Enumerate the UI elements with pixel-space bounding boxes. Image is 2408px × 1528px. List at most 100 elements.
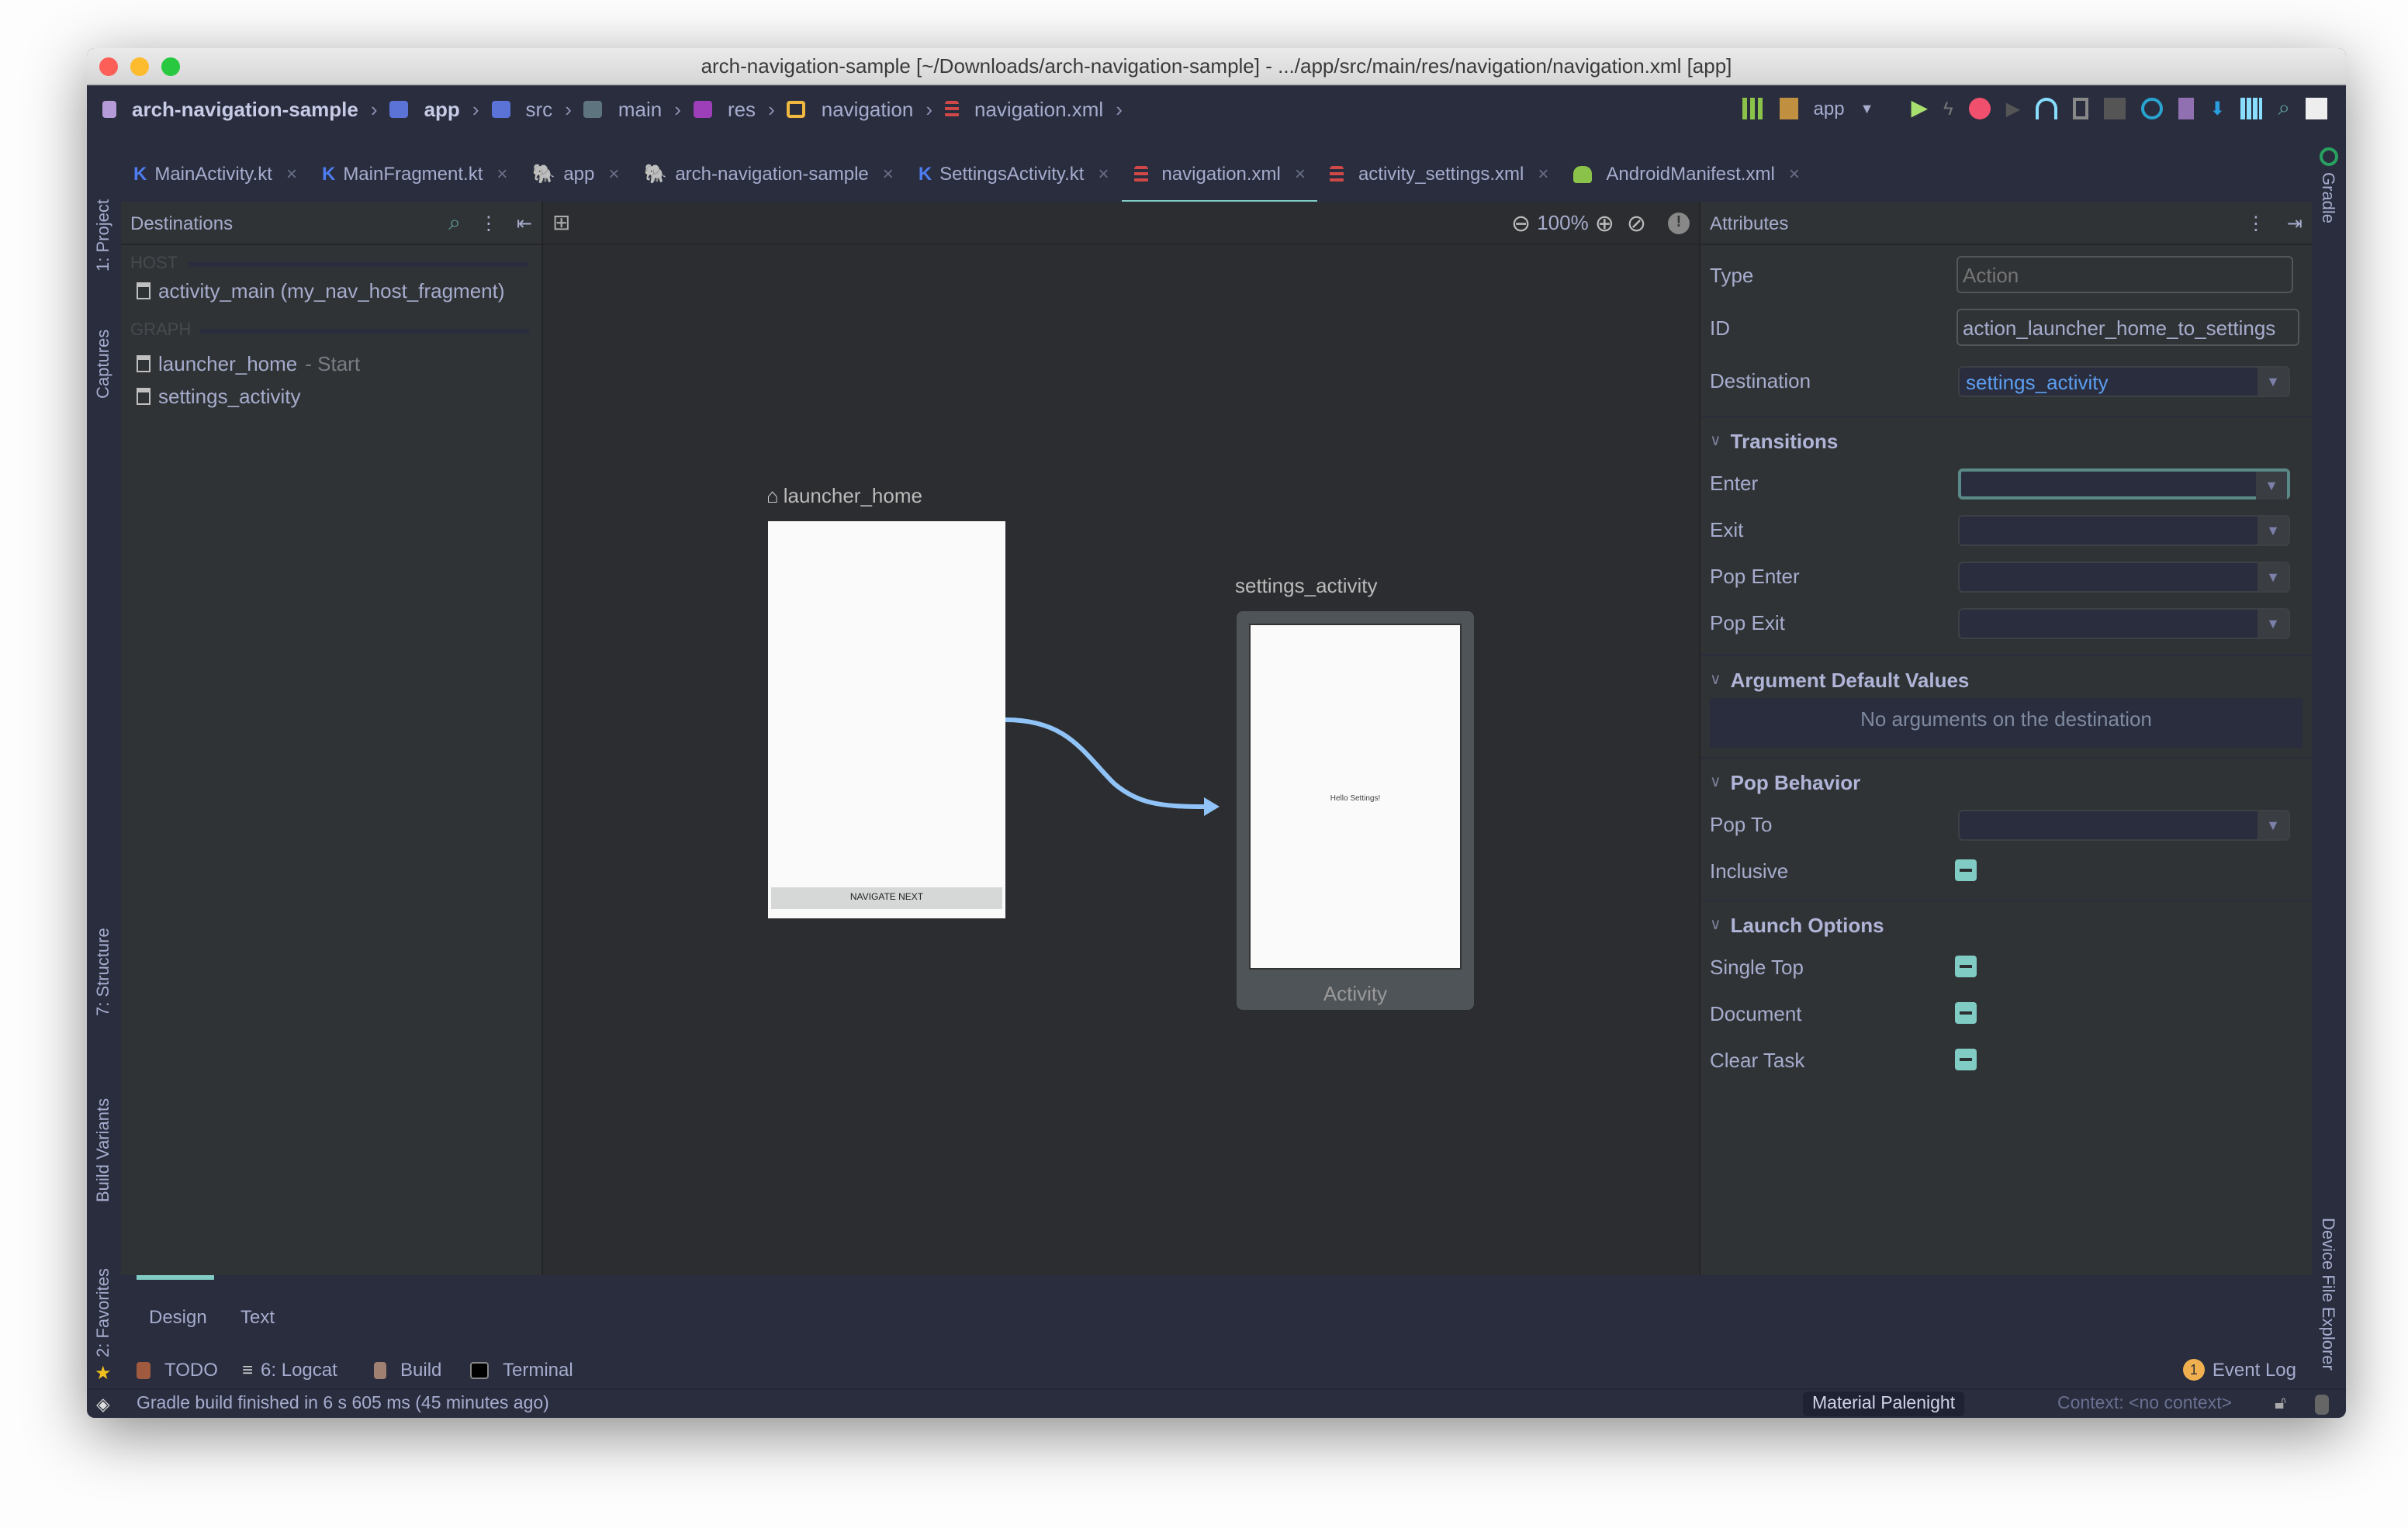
close-icon[interactable]: × — [1538, 163, 1548, 185]
chevron-down-icon[interactable]: ▼ — [1860, 100, 1874, 116]
crumb-res[interactable]: res — [728, 97, 756, 120]
activity-preview: Hello Settings! — [1249, 624, 1462, 970]
theme-indicator[interactable]: Material Palenight — [1803, 1391, 1964, 1416]
tab-mainfragment[interactable]: KMainFragment.kt× — [310, 144, 520, 203]
build-tool-button[interactable]: Build — [374, 1359, 441, 1381]
crumb-project[interactable]: arch-navigation-sample — [132, 97, 358, 120]
close-icon[interactable]: × — [1295, 163, 1306, 185]
event-log-button[interactable]: 1Event Log — [2183, 1359, 2296, 1381]
host-item[interactable]: activity_main (my_nav_host_fragment) — [121, 273, 541, 306]
build-variants-tool-button[interactable]: Build Variants — [95, 1098, 113, 1202]
gradle-sync-icon[interactable] — [2141, 97, 2163, 119]
crumb-src[interactable]: src — [526, 97, 553, 120]
hide-panel-icon[interactable]: ⇥ — [2287, 212, 2302, 233]
inclusive-checkbox[interactable] — [1955, 859, 1977, 881]
search-icon[interactable]: ⌕ — [2278, 95, 2290, 121]
project-tool-button[interactable]: 1: Project — [95, 199, 113, 271]
terminal-tool-button[interactable]: Terminal — [470, 1359, 573, 1381]
search-icon[interactable]: ⌕ — [448, 209, 461, 236]
settings-activity-node[interactable]: Hello Settings! Activity — [1237, 611, 1474, 1010]
tab-text[interactable]: Text — [240, 1306, 275, 1328]
apply-changes-icon[interactable]: ϟ — [1943, 97, 1953, 119]
crumb-main[interactable]: main — [618, 97, 662, 120]
tab-mainactivity[interactable]: KMainActivity.kt× — [121, 144, 310, 203]
enter-select[interactable]: ▼ — [1958, 468, 2290, 500]
status-message[interactable]: Gradle build finished in 6 s 605 ms (45 … — [137, 1395, 549, 1413]
id-field[interactable]: action_launcher_home_to_settings — [1956, 309, 2299, 346]
logcat-tool-button[interactable]: ≡6: Logcat — [242, 1359, 337, 1381]
transitions-section-header[interactable]: ∨Transitions — [1700, 416, 2312, 459]
new-destination-icon[interactable]: ⊞ — [552, 209, 570, 236]
sync-grid-icon[interactable] — [1742, 97, 1764, 119]
exit-select[interactable]: ▼ — [1958, 515, 2290, 546]
attach-debugger-icon[interactable]: ▶ — [2006, 97, 2020, 119]
favorites-tool-button[interactable]: 2: Favorites — [95, 1268, 113, 1357]
document-checkbox[interactable] — [1955, 1002, 1977, 1024]
sdk-manager-icon[interactable]: ⬇ — [2209, 97, 2225, 119]
close-icon[interactable]: × — [608, 163, 619, 185]
close-icon[interactable]: × — [883, 163, 894, 185]
close-icon[interactable]: × — [286, 163, 297, 185]
maximize-button[interactable] — [161, 57, 180, 76]
tab-android-manifest[interactable]: AndroidManifest.xml× — [1561, 144, 1811, 203]
close-button[interactable] — [99, 57, 118, 76]
close-icon[interactable]: × — [1789, 163, 1800, 185]
tab-project-gradle[interactable]: 🐘arch-navigation-sample× — [631, 144, 905, 203]
crumb-navigation[interactable]: navigation — [822, 97, 914, 120]
more-options-icon[interactable]: ⋮ — [479, 212, 498, 233]
navigation-canvas[interactable]: ⊞ ⊖ 100% ⊕ ⊘ ! ⌂launcher_home NAVIGATE N… — [543, 202, 1699, 1275]
zoom-to-fit-icon[interactable]: ⊘ — [1627, 209, 1646, 237]
device-file-explorer-button[interactable]: Device File Explorer — [2318, 1218, 2337, 1371]
todo-tool-button[interactable]: TODO — [137, 1359, 218, 1381]
run-icon[interactable]: ▶ — [1911, 95, 1928, 121]
collapse-panel-icon[interactable]: ⇤ — [517, 212, 532, 233]
action-arrow[interactable] — [1005, 698, 1238, 822]
chevron-down-icon: ▼ — [2258, 610, 2289, 638]
pop-enter-select[interactable]: ▼ — [1958, 562, 2290, 593]
structure-tool-button[interactable]: 7: Structure — [95, 928, 113, 1016]
arguments-section-header[interactable]: ∨Argument Default Values — [1700, 655, 2312, 698]
launch-options-section-header[interactable]: ∨Launch Options — [1700, 900, 2312, 943]
minimize-button[interactable] — [130, 57, 149, 76]
memory-indicator-icon[interactable] — [2315, 1395, 2329, 1415]
profile-icon[interactable] — [2036, 97, 2057, 119]
star-icon: ★ — [95, 1362, 112, 1384]
crumb-file[interactable]: navigation.xml — [974, 97, 1103, 120]
zoom-in-icon[interactable]: ⊕ — [1595, 209, 1614, 237]
type-field[interactable] — [1956, 256, 2293, 293]
pop-behavior-section-header[interactable]: ∨Pop Behavior — [1700, 757, 2312, 800]
zoom-out-icon[interactable]: ⊖ — [1511, 209, 1531, 237]
user-avatar-icon[interactable] — [2306, 97, 2327, 119]
launcher-home-node[interactable]: NAVIGATE NEXT — [768, 521, 1005, 918]
destination-item-settings-activity[interactable]: settings_activity — [121, 379, 541, 411]
debug-icon[interactable] — [1969, 97, 1991, 119]
project-structure-icon[interactable] — [2240, 97, 2262, 119]
run-config-select[interactable]: app — [1814, 97, 1845, 119]
action-arrow-path[interactable] — [1005, 720, 1204, 807]
crumb-app[interactable]: app — [424, 97, 460, 120]
destination-select[interactable]: settings_activity▼ — [1958, 366, 2290, 397]
more-options-icon[interactable]: ⋮ — [2247, 212, 2265, 233]
avd-manager-icon[interactable] — [2178, 97, 2194, 119]
tab-navigation-xml[interactable]: navigation.xml× — [1121, 144, 1317, 203]
context-indicator[interactable]: Context: <no context> — [2057, 1395, 2232, 1413]
single-top-checkbox[interactable] — [1955, 956, 1977, 977]
close-icon[interactable]: × — [496, 163, 507, 185]
captures-tool-button[interactable]: Captures — [95, 330, 113, 399]
pop-exit-select[interactable]: ▼ — [1958, 608, 2290, 639]
lock-icon[interactable]: 🔓︎ — [2275, 1395, 2286, 1415]
gradle-tool-button[interactable]: Gradle — [2318, 172, 2337, 223]
issues-icon[interactable]: ! — [1668, 212, 1690, 233]
device-icon[interactable] — [2073, 97, 2088, 119]
destination-item-launcher-home[interactable]: launcher_home- Start — [121, 340, 541, 379]
tab-activity-settings-xml[interactable]: activity_settings.xml× — [1318, 144, 1561, 203]
stop-icon[interactable] — [2104, 97, 2126, 119]
tab-app-gradle[interactable]: 🐘app× — [520, 144, 631, 203]
layers-icon[interactable]: ◈ — [96, 1393, 110, 1415]
clear-task-checkbox[interactable] — [1955, 1049, 1977, 1070]
tab-design[interactable]: Design — [149, 1306, 207, 1328]
close-icon[interactable]: × — [1098, 163, 1109, 185]
tab-settingsactivity[interactable]: KSettingsActivity.kt× — [906, 144, 1122, 203]
pop-to-select[interactable]: ▼ — [1958, 810, 2290, 841]
android-icon — [1573, 165, 1592, 182]
